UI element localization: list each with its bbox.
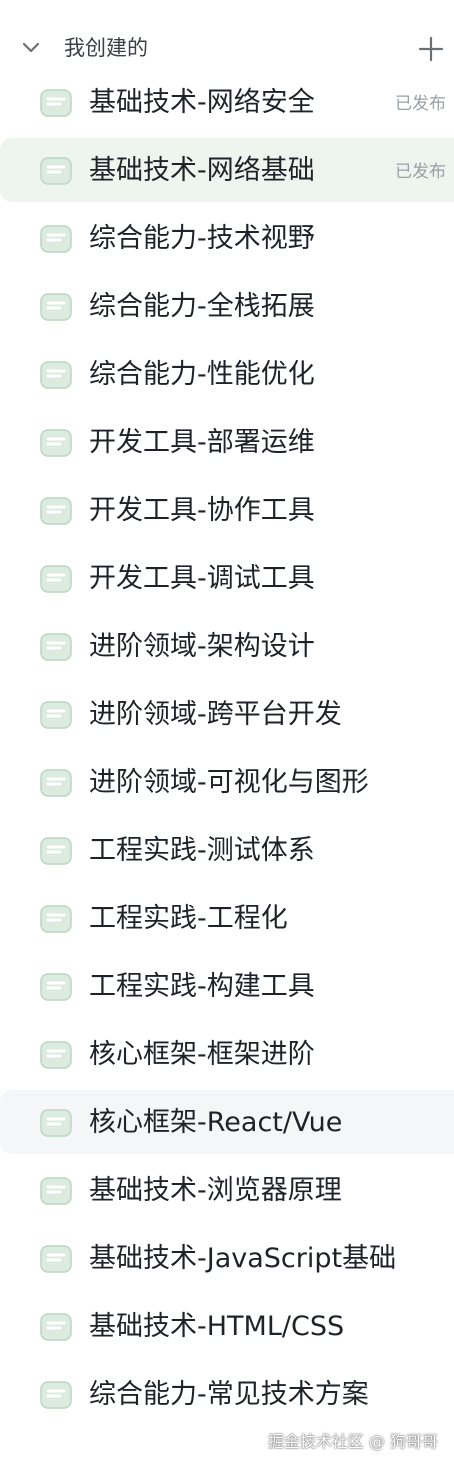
document-icon bbox=[40, 1041, 72, 1069]
document-icon bbox=[40, 1177, 72, 1205]
document-icon bbox=[40, 837, 72, 865]
list-item-label: 基础技术-JavaScript基础 bbox=[89, 1243, 397, 1274]
document-icon bbox=[40, 1245, 72, 1273]
document-icon bbox=[40, 497, 72, 525]
status-badge: 已发布 bbox=[395, 162, 446, 182]
list-item-label: 基础技术-浏览器原理 bbox=[89, 1175, 342, 1206]
chevron-down-icon[interactable] bbox=[22, 40, 40, 56]
list-item[interactable]: 基础技术-JavaScript基础 bbox=[0, 1226, 454, 1294]
list-item[interactable]: 开发工具-协作工具 bbox=[0, 478, 454, 546]
document-icon bbox=[40, 1381, 72, 1409]
document-list: 基础技术-网络安全 已发布 基础技术-网络基础 已发布 综合能力-技术视野 综合能力-全栈… bbox=[0, 70, 454, 1430]
watermark: 掘金技术社区 @ 狗哥哥 bbox=[267, 1432, 438, 1451]
list-item-label: 工程实践-构建工具 bbox=[89, 971, 315, 1002]
section-header-my-created[interactable]: 我创建的 bbox=[0, 22, 454, 74]
list-item-label: 基础技术-网络基础 bbox=[89, 155, 315, 186]
document-icon bbox=[40, 905, 72, 933]
list-item-label: 综合能力-技术视野 bbox=[89, 223, 315, 254]
list-item[interactable]: 工程实践-测试体系 bbox=[0, 818, 454, 886]
list-item-label: 核心框架-React/Vue bbox=[89, 1107, 343, 1138]
document-icon bbox=[40, 89, 72, 117]
list-item-label: 核心框架-框架进阶 bbox=[89, 1039, 315, 1070]
list-item[interactable]: 核心框架-React/Vue bbox=[0, 1090, 454, 1158]
list-item[interactable]: 进阶领域-架构设计 bbox=[0, 614, 454, 682]
list-item[interactable]: 综合能力-常见技术方案 bbox=[0, 1362, 454, 1430]
list-item-label: 基础技术-HTML/CSS bbox=[89, 1311, 345, 1342]
list-item[interactable]: 基础技术-网络基础 已发布 bbox=[0, 138, 454, 206]
list-item[interactable]: 开发工具-调试工具 bbox=[0, 546, 454, 614]
list-item[interactable]: 核心框架-框架进阶 bbox=[0, 1022, 454, 1090]
list-item-label: 开发工具-部署运维 bbox=[89, 427, 315, 458]
list-item-label: 工程实践-工程化 bbox=[89, 903, 288, 934]
plus-icon[interactable] bbox=[418, 36, 444, 62]
list-item-label: 综合能力-性能优化 bbox=[89, 359, 315, 390]
document-icon bbox=[40, 973, 72, 1001]
document-icon bbox=[40, 293, 72, 321]
document-icon bbox=[40, 157, 72, 185]
list-item[interactable]: 基础技术-浏览器原理 bbox=[0, 1158, 454, 1226]
list-item[interactable]: 开发工具-部署运维 bbox=[0, 410, 454, 478]
list-item[interactable]: 综合能力-性能优化 bbox=[0, 342, 454, 410]
document-icon bbox=[40, 225, 72, 253]
list-item-label: 工程实践-测试体系 bbox=[89, 835, 315, 866]
list-item[interactable]: 工程实践-构建工具 bbox=[0, 954, 454, 1022]
list-item[interactable]: 基础技术-网络安全 已发布 bbox=[0, 70, 454, 138]
list-item[interactable]: 综合能力-全栈拓展 bbox=[0, 274, 454, 342]
document-icon bbox=[40, 1313, 72, 1341]
document-icon bbox=[40, 701, 72, 729]
document-icon bbox=[40, 1109, 72, 1137]
list-item[interactable]: 进阶领域-可视化与图形 bbox=[0, 750, 454, 818]
list-item-label: 综合能力-全栈拓展 bbox=[89, 291, 315, 322]
document-icon bbox=[40, 565, 72, 593]
list-item-label: 进阶领域-架构设计 bbox=[89, 631, 315, 662]
list-item[interactable]: 综合能力-技术视野 bbox=[0, 206, 454, 274]
list-item-label: 开发工具-调试工具 bbox=[89, 563, 315, 594]
section-title: 我创建的 bbox=[64, 36, 148, 60]
list-item-label: 综合能力-常见技术方案 bbox=[89, 1379, 369, 1410]
list-item-label: 进阶领域-跨平台开发 bbox=[89, 699, 342, 730]
document-icon bbox=[40, 361, 72, 389]
list-item[interactable]: 工程实践-工程化 bbox=[0, 886, 454, 954]
status-badge: 已发布 bbox=[395, 94, 446, 114]
document-icon bbox=[40, 633, 72, 661]
list-item-label: 基础技术-网络安全 bbox=[89, 87, 315, 118]
list-item[interactable]: 进阶领域-跨平台开发 bbox=[0, 682, 454, 750]
list-item-label: 进阶领域-可视化与图形 bbox=[89, 767, 369, 798]
list-item-label: 开发工具-协作工具 bbox=[89, 495, 315, 526]
list-item[interactable]: 基础技术-HTML/CSS bbox=[0, 1294, 454, 1362]
document-icon bbox=[40, 429, 72, 457]
document-icon bbox=[40, 769, 72, 797]
